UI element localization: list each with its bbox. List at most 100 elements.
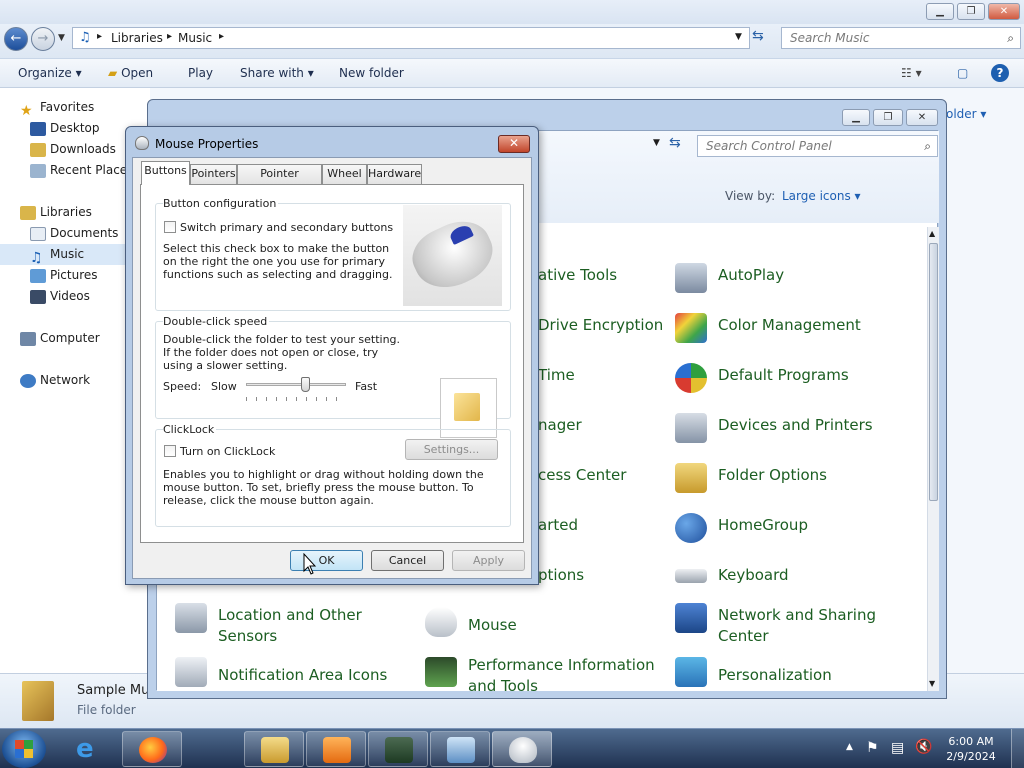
play-button[interactable]: Play: [188, 66, 213, 80]
tab-pointers[interactable]: Pointers: [190, 164, 237, 184]
help-icon[interactable]: ?: [991, 64, 1009, 82]
mouse-properties-taskbar-button[interactable]: [492, 731, 552, 767]
network-tray-icon[interactable]: ▤: [891, 740, 904, 756]
clock[interactable]: 6:00 AM 2/9/2024: [940, 734, 1002, 764]
nav-music-label: Music: [50, 247, 85, 261]
nav-favorites-label: Favorites: [40, 100, 95, 114]
maximize-button[interactable]: ❐: [957, 3, 985, 20]
clicklock-description: Enables you to highlight or drag without…: [163, 468, 484, 507]
cp-item-device-manager[interactable]: nager: [538, 415, 582, 436]
cp-item-notification-icons[interactable]: Notification Area Icons: [218, 665, 387, 686]
volume-muted-icon[interactable]: 🔇: [915, 739, 932, 755]
details-type: File folder: [77, 703, 136, 717]
scroll-up-icon[interactable]: ▲: [929, 229, 935, 238]
nav-music[interactable]: ♫ Music: [0, 244, 140, 266]
address-dropdown-icon[interactable]: ▼: [735, 32, 742, 42]
tab-hardware[interactable]: Hardware: [367, 164, 422, 184]
ie-taskbar-button[interactable]: e: [60, 731, 120, 767]
performance-icon: [425, 657, 457, 687]
cp-item-homegroup[interactable]: HomeGroup: [718, 515, 808, 536]
cp-item-performance[interactable]: Performance Information and Tools: [468, 655, 655, 697]
cp-refresh-icon[interactable]: ⇆: [669, 135, 681, 151]
preview-pane-icon[interactable]: ▢: [957, 66, 968, 80]
cp-item-internet-options[interactable]: ptions: [538, 565, 584, 586]
close-button[interactable]: ✕: [988, 3, 1020, 20]
cp-item-mouse[interactable]: Mouse: [468, 615, 517, 636]
cp-search-input[interactable]: Search Control Panel ⌕: [697, 135, 938, 157]
tab-buttons[interactable]: Buttons: [141, 161, 190, 185]
cp-item-keyboard[interactable]: Keyboard: [718, 565, 789, 586]
show-desktop-button[interactable]: [1011, 729, 1024, 768]
slider-thumb[interactable]: [301, 377, 310, 392]
homegroup-icon: [675, 513, 707, 543]
cp-item-network-sharing[interactable]: Network and Sharing Center: [718, 605, 876, 647]
devices-printers-icon: [675, 413, 707, 443]
cp-item-admin-tools[interactable]: ative Tools: [538, 265, 617, 286]
nav-pictures-label: Pictures: [50, 268, 98, 282]
cp-item-color-management[interactable]: Color Management: [718, 315, 861, 336]
tab-wheel[interactable]: Wheel: [322, 164, 367, 184]
location-sensors-icon: [175, 603, 207, 633]
share-with-button[interactable]: Share with ▾: [240, 66, 314, 80]
cp-item-location-sensors[interactable]: Location and Other Sensors: [218, 605, 362, 647]
new-folder-button[interactable]: New folder: [339, 66, 404, 80]
breadcrumb-music[interactable]: Music: [178, 31, 212, 45]
cp-close-button[interactable]: ✕: [906, 109, 938, 126]
back-button[interactable]: ←: [4, 27, 28, 51]
cp-scrollbar[interactable]: ▲ ▼: [927, 227, 939, 691]
cp-item-folder-options[interactable]: Folder Options: [718, 465, 827, 486]
media-player-taskbar-button[interactable]: [306, 731, 366, 767]
cp-maximize-button[interactable]: ❐: [873, 109, 903, 126]
search-input[interactable]: Search Music ⌕: [781, 27, 1021, 49]
view-by-dropdown[interactable]: Large icons ▾: [782, 189, 861, 203]
dialog-close-button[interactable]: ✕: [498, 135, 530, 153]
firefox-taskbar-button[interactable]: [122, 731, 182, 767]
cp-item-personalization[interactable]: Personalization: [718, 665, 832, 686]
cp-item-ease-of-access[interactable]: cess Center: [538, 465, 626, 486]
refresh-icon[interactable]: ⇆: [752, 28, 764, 44]
cp-item-default-programs[interactable]: Default Programs: [718, 365, 849, 386]
forward-button[interactable]: →: [31, 27, 55, 51]
cp-minimize-button[interactable]: ▁: [842, 109, 870, 126]
recent-pages-dropdown[interactable]: ▼: [58, 33, 65, 43]
search-icon: ⌕: [924, 139, 931, 153]
scroll-thumb[interactable]: [929, 243, 938, 501]
organize-button[interactable]: Organize ▾: [18, 66, 82, 80]
cp-item-bitlocker[interactable]: Drive Encryption: [538, 315, 663, 336]
cp-address-dropdown-icon[interactable]: ▼: [653, 138, 660, 148]
cp-item-devices-printers[interactable]: Devices and Printers: [718, 415, 873, 436]
apply-button[interactable]: Apply: [452, 550, 525, 571]
task-manager-taskbar-button[interactable]: [368, 731, 428, 767]
arrange-by-dropdown[interactable]: older ▾: [946, 107, 986, 121]
cancel-button[interactable]: Cancel: [371, 550, 444, 571]
button-config-title: Button configuration: [163, 197, 279, 210]
desktop-icon: [30, 121, 46, 136]
breadcrumb-arrow-icon[interactable]: ▸: [167, 31, 172, 42]
explorer-taskbar-button[interactable]: [244, 731, 304, 767]
minimize-button[interactable]: ▁: [926, 3, 954, 20]
clicklock-settings-button[interactable]: Settings...: [405, 439, 498, 460]
cp-item-autoplay[interactable]: AutoPlay: [718, 265, 784, 286]
view-options-icon[interactable]: ☷ ▾: [901, 66, 922, 80]
open-button[interactable]: ▰ Open: [108, 66, 153, 80]
nav-computer-label: Computer: [40, 331, 100, 345]
start-button[interactable]: [2, 730, 46, 768]
control-panel-taskbar-button[interactable]: [430, 731, 490, 767]
app-taskbar-button[interactable]: [184, 731, 244, 767]
breadcrumb-arrow-icon[interactable]: ▸: [219, 31, 224, 42]
breadcrumb-libraries[interactable]: Libraries: [111, 31, 163, 45]
clicklock-checkbox[interactable]: [164, 445, 176, 457]
scroll-down-icon[interactable]: ▼: [929, 679, 935, 688]
breadcrumb-arrow-icon[interactable]: ▸: [97, 31, 102, 42]
switch-buttons-checkbox[interactable]: [164, 221, 176, 233]
slider-ticks: [246, 397, 346, 401]
speed-slider[interactable]: [246, 377, 346, 403]
show-hidden-icons-icon[interactable]: ▲: [846, 742, 853, 752]
share-with-label: Share with: [240, 66, 304, 80]
address-bar[interactable]: ♫ ▸ Libraries ▸ Music ▸ ▼: [72, 27, 750, 49]
cp-item-getting-started[interactable]: arted: [538, 515, 578, 536]
tab-pointer-options[interactable]: Pointer Options: [237, 164, 322, 198]
ok-button[interactable]: OK: [290, 550, 363, 571]
cp-item-date-time[interactable]: Time: [538, 365, 575, 386]
action-center-flag-icon[interactable]: ⚑: [866, 740, 879, 756]
